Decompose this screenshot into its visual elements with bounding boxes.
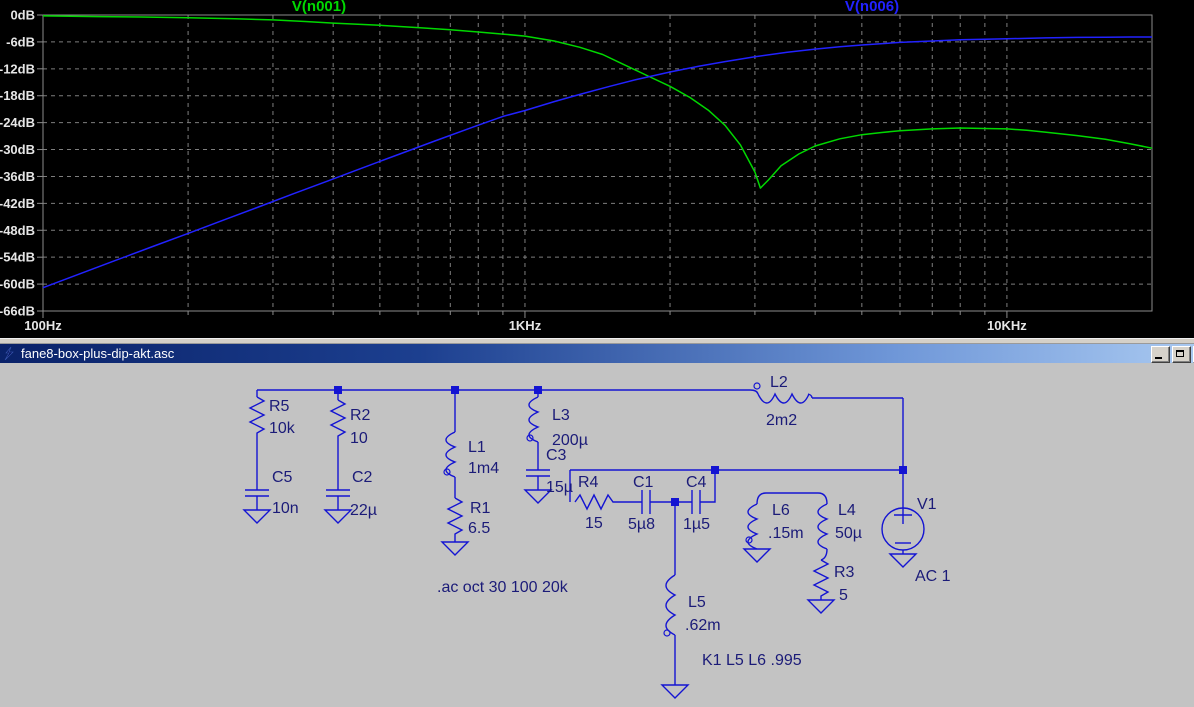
- y-axis-label: -18dB: [0, 88, 35, 103]
- label-r2[interactable]: R2: [350, 407, 371, 424]
- inductor-phase-dot: [664, 630, 670, 636]
- y-axis-label: -66dB: [0, 304, 35, 319]
- label-l3[interactable]: L3: [552, 407, 570, 424]
- y-axis-label: -12dB: [0, 61, 35, 76]
- label-r1[interactable]: R1: [470, 500, 491, 517]
- spice-directive-0[interactable]: .ac oct 30 100 20k: [437, 579, 569, 596]
- y-axis-label: -60dB: [0, 277, 35, 292]
- label-r4[interactable]: R4: [578, 474, 599, 491]
- label-c1[interactable]: C1: [633, 474, 654, 491]
- x-axis-label: 1KHz: [509, 318, 542, 333]
- waveform-pane[interactable]: 0dB -6dB -12dB -18dB -24dB -30dB -36dB -42dB -48…: [0, 0, 1194, 338]
- label-r5[interactable]: R5: [269, 398, 290, 415]
- label-c2[interactable]: C2: [352, 469, 373, 486]
- maximize-button[interactable]: [1172, 346, 1191, 363]
- value-c2[interactable]: 22µ: [350, 502, 377, 519]
- value-r4[interactable]: 15: [585, 515, 603, 532]
- label-l5[interactable]: L5: [688, 594, 706, 611]
- value-l6[interactable]: .15m: [768, 525, 804, 542]
- value-l4[interactable]: 50µ: [835, 525, 862, 542]
- y-axis-label: -6dB: [6, 34, 35, 49]
- wire-junction: [534, 386, 542, 394]
- y-axis-label: -42dB: [0, 196, 35, 211]
- wire-junction: [334, 386, 342, 394]
- inductor-phase-dot: [754, 383, 760, 389]
- value-c3[interactable]: 15µ: [546, 479, 573, 496]
- y-axis-label: -36dB: [0, 169, 35, 184]
- value-r2[interactable]: 10: [350, 430, 368, 447]
- y-axis-label: -48dB: [0, 223, 35, 238]
- label-v1[interactable]: V1: [917, 496, 937, 513]
- value-l1[interactable]: 1m4: [468, 460, 499, 477]
- schematic-canvas[interactable]: R510kR210C510nC222µL11m4R16.5L3200µC315µ…: [0, 363, 1194, 707]
- value-r1[interactable]: 6.5: [468, 520, 490, 537]
- schematic-pane[interactable]: R510kR210C510nC222µL11m4R16.5L3200µC315µ…: [0, 363, 1194, 707]
- bode-plot[interactable]: 0dB -6dB -12dB -18dB -24dB -30dB -36dB -42dB -48…: [0, 0, 1194, 338]
- trace-label-1[interactable]: V(n006): [845, 0, 899, 15]
- minimize-button[interactable]: [1151, 346, 1170, 363]
- label-c3[interactable]: C3: [546, 447, 567, 464]
- spice-directive-1[interactable]: K1 L5 L6 .995: [702, 652, 802, 669]
- x-axis-label: 10KHz: [987, 318, 1027, 333]
- y-axis-label: 0dB: [10, 8, 35, 23]
- value-r3[interactable]: 5: [839, 587, 848, 604]
- value-c4[interactable]: 1µ5: [683, 516, 710, 533]
- window-buttons: ×: [1151, 346, 1194, 362]
- wire-junction: [711, 466, 719, 474]
- app-icon: [3, 347, 16, 360]
- label-l6[interactable]: L6: [772, 502, 790, 519]
- label-l1[interactable]: L1: [468, 439, 486, 456]
- wire-junction: [671, 498, 679, 506]
- x-axis-label: 100Hz: [24, 318, 62, 333]
- window-title: fane8-box-plus-dip-akt.asc: [21, 344, 174, 363]
- y-axis-label: -24dB: [0, 115, 35, 130]
- maximize-icon: [1176, 350, 1184, 357]
- label-l4[interactable]: L4: [838, 502, 856, 519]
- ltspice-window: { "chart_data": { "type": "line", "x_sca…: [0, 0, 1194, 707]
- value-c1[interactable]: 5µ8: [628, 516, 655, 533]
- y-axis-label: -54dB: [0, 250, 35, 265]
- wire-junction: [451, 386, 459, 394]
- label-c4[interactable]: C4: [686, 474, 707, 491]
- plot-background: [0, 0, 1194, 338]
- minimize-icon: [1155, 357, 1162, 359]
- value-l2[interactable]: 2m2: [766, 412, 797, 429]
- label-r3[interactable]: R3: [834, 564, 855, 581]
- trace-label-0[interactable]: V(n001): [292, 0, 346, 15]
- y-axis-label: -30dB: [0, 142, 35, 157]
- value-r5[interactable]: 10k: [269, 420, 296, 437]
- value-c5[interactable]: 10n: [272, 500, 299, 517]
- value-l5[interactable]: .62m: [685, 617, 721, 634]
- label-c5[interactable]: C5: [272, 469, 293, 486]
- window-titlebar[interactable]: fane8-box-plus-dip-akt.asc: [0, 344, 1194, 363]
- label-l2[interactable]: L2: [770, 374, 788, 391]
- value-v1[interactable]: AC 1: [915, 568, 951, 585]
- wire-junction: [899, 466, 907, 474]
